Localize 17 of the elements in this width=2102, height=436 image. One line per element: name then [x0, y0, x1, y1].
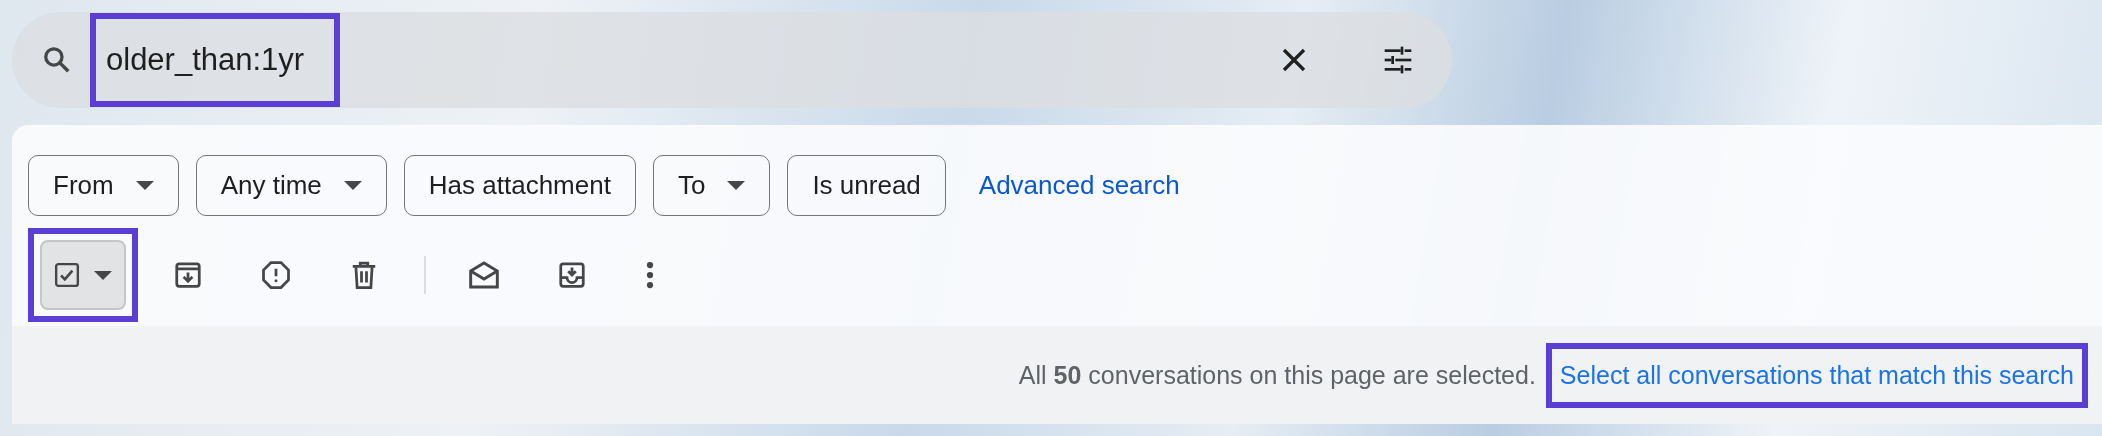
select-all-link[interactable]: Select all conversations that match this search — [1551, 348, 2082, 402]
filter-chip[interactable]: From — [28, 155, 179, 216]
filter-chip[interactable]: Has attachment — [403, 155, 636, 216]
search-icon[interactable] — [42, 45, 72, 75]
caret-icon — [135, 181, 154, 190]
filter-chip[interactable]: Is unread — [787, 155, 946, 216]
filter-chip[interactable]: To — [652, 155, 771, 216]
selection-message: All 50 conversations on this page are selected. — [1018, 360, 1536, 390]
caret-icon — [727, 181, 746, 190]
caret-icon — [94, 270, 112, 280]
filter-chip[interactable]: Any time — [195, 155, 387, 216]
search-input[interactable]: older_than:1yr — [90, 13, 340, 107]
sliders-icon[interactable] — [1382, 44, 1414, 76]
advanced-search-link[interactable]: Advanced search — [978, 170, 1180, 201]
caret-icon — [343, 181, 362, 190]
search-bar[interactable]: older_than:1yr — [12, 12, 1452, 108]
select-button[interactable] — [40, 240, 126, 310]
